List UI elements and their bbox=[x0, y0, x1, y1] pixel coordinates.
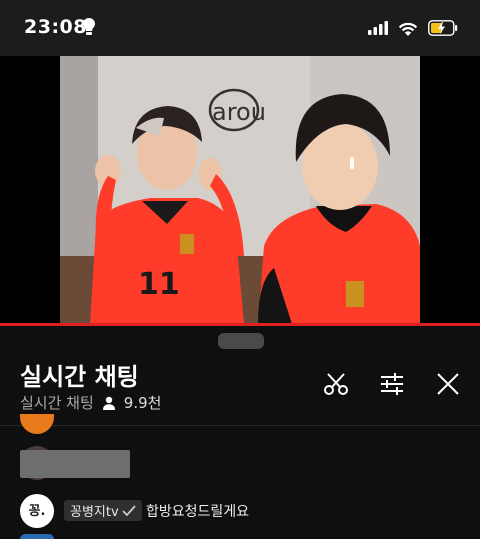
author-name: 꽁병지tv bbox=[70, 505, 119, 520]
chat-subtitle: 실시간 채팅 bbox=[20, 394, 94, 412]
viewer-count: 9.9천 bbox=[123, 394, 162, 412]
video-scene: 11 arou bbox=[60, 56, 420, 324]
wifi-icon bbox=[398, 22, 418, 36]
people-icon bbox=[102, 396, 115, 410]
status-time: 23:08 bbox=[24, 16, 87, 38]
avatar-text: 꽁. bbox=[28, 504, 46, 519]
chat-divider bbox=[0, 425, 480, 426]
author-badge[interactable]: 꽁병지tv bbox=[64, 500, 142, 521]
chat-title: 실시간 채팅 bbox=[20, 363, 139, 391]
battery-icon bbox=[428, 20, 458, 36]
svg-text:11: 11 bbox=[138, 267, 180, 302]
avatar[interactable]: 꽁. bbox=[20, 494, 54, 528]
chat-subtitle-row[interactable]: 실시간 채팅 9.9천 bbox=[20, 392, 161, 413]
chat-message-text: 합방요청드릴게요 bbox=[146, 504, 250, 520]
video-frame: 11 arou bbox=[60, 56, 420, 324]
status-bar: 23:08 bbox=[0, 0, 480, 56]
wall-logo: arou bbox=[212, 98, 266, 126]
close-icon[interactable] bbox=[434, 370, 462, 398]
scissors-icon[interactable] bbox=[322, 370, 350, 398]
avatar[interactable] bbox=[20, 534, 54, 539]
redacted-message bbox=[20, 450, 130, 478]
video-player[interactable]: 11 arou bbox=[0, 56, 480, 326]
drag-handle[interactable] bbox=[218, 333, 264, 349]
lightbulb-icon bbox=[83, 18, 95, 35]
sliders-icon[interactable] bbox=[378, 370, 406, 398]
signal-icon bbox=[368, 21, 388, 35]
verified-check-icon bbox=[122, 504, 136, 516]
